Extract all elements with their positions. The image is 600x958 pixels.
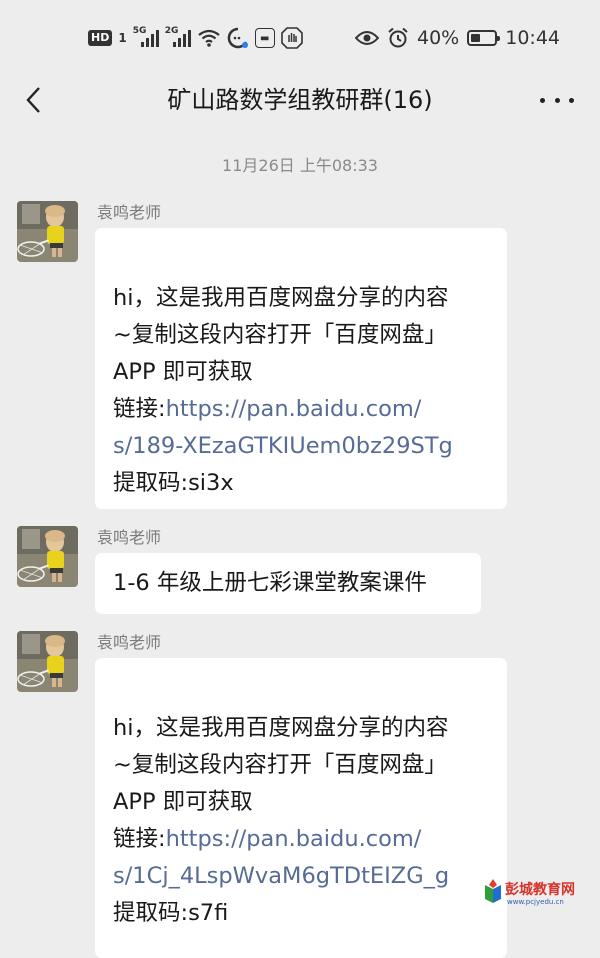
battery-percent: 40% (417, 27, 460, 49)
watermark-name: 彭城教育网 (505, 881, 575, 898)
sender-name: 袁鸣老师 (97, 528, 162, 547)
chat-app-icon (227, 27, 248, 49)
share-link[interactable]: https://pan.baidu.com/ (166, 396, 422, 422)
link-prefix: 链接: (113, 396, 166, 422)
dot-icon (540, 97, 545, 103)
sim-slot-label: 1 (118, 31, 127, 45)
message-timestamp: 11月26日 上午08:33 (222, 156, 378, 175)
status-right: 40% 10:44 (355, 26, 560, 50)
link-prefix: 链接: (113, 826, 166, 852)
eye-comfort-icon (355, 31, 379, 45)
sender-avatar[interactable] (17, 201, 78, 262)
message-text-line: hi，这是我用百度网盘分享的内容 (113, 285, 449, 311)
message-text-line: APP 即可获取 (113, 789, 253, 815)
status-bar: HD 1 5G 2G ▬ 40% 10:44 (0, 0, 600, 72)
extraction-code: 提取码:s7fi (113, 900, 229, 926)
alarm-icon (388, 27, 408, 48)
share-link-line: 链接:https://pan.baidu.com/ (113, 391, 491, 428)
sender-avatar[interactable] (17, 631, 78, 692)
message-bubble[interactable]: hi，这是我用百度网盘分享的内容 ~复制这段内容打开「百度网盘」 APP 即可获… (95, 658, 507, 958)
hand-app-icon (280, 27, 303, 49)
dot-icon (569, 97, 574, 103)
battery-level (471, 34, 481, 42)
share-link[interactable]: https://pan.baidu.com/ (166, 826, 422, 852)
sender-name: 袁鸣老师 (97, 633, 162, 652)
clock: 10:44 (505, 27, 560, 49)
message-text-line: APP 即可获取 (113, 359, 253, 385)
watermark-logo: 彭城教育网 www.pcjyedu.cn (485, 879, 575, 906)
share-link-continued[interactable]: s/189-XEzaGTKIUem0bz29STg (113, 428, 491, 465)
group-title: 矿山路数学组教研群(16) (167, 86, 433, 114)
extraction-code: 提取码:si3x (113, 470, 234, 496)
more-options-button[interactable] (540, 88, 574, 112)
share-link-continued[interactable]: s/1Cj_4LspWvaM6gTDtEIZG_g (113, 858, 491, 895)
chat-header: 矿山路数学组教研群(16) (0, 72, 600, 128)
share-link-line: 链接:https://pan.baidu.com/ (113, 821, 491, 858)
message-bubble[interactable]: hi，这是我用百度网盘分享的内容 ~复制这段内容打开「百度网盘」 APP 即可获… (95, 228, 507, 509)
message-text-line: ~复制这段内容打开「百度网盘」 (113, 752, 447, 778)
wifi-icon (198, 29, 220, 47)
message-text-line: ~复制这段内容打开「百度网盘」 (113, 322, 447, 348)
message-text-line: hi，这是我用百度网盘分享的内容 (113, 715, 449, 741)
sender-avatar[interactable] (17, 526, 78, 587)
hd-voice-icon: HD (88, 30, 113, 46)
status-left: HD 1 5G 2G ▬ (88, 26, 303, 50)
sender-name: 袁鸣老师 (97, 203, 162, 222)
message-text: 1-6 年级上册七彩课堂教案课件 (113, 570, 427, 596)
dot-icon (554, 97, 560, 103)
watermark-url: www.pcjyedu.cn (507, 898, 564, 906)
signal-5g-icon: 5G (133, 27, 159, 49)
app-notification-icon: ▬ (254, 28, 275, 48)
message-bubble[interactable]: 1-6 年级上册七彩课堂教案课件 (95, 553, 481, 614)
signal-2g-icon: 2G (165, 27, 191, 49)
battery-icon (467, 30, 501, 46)
